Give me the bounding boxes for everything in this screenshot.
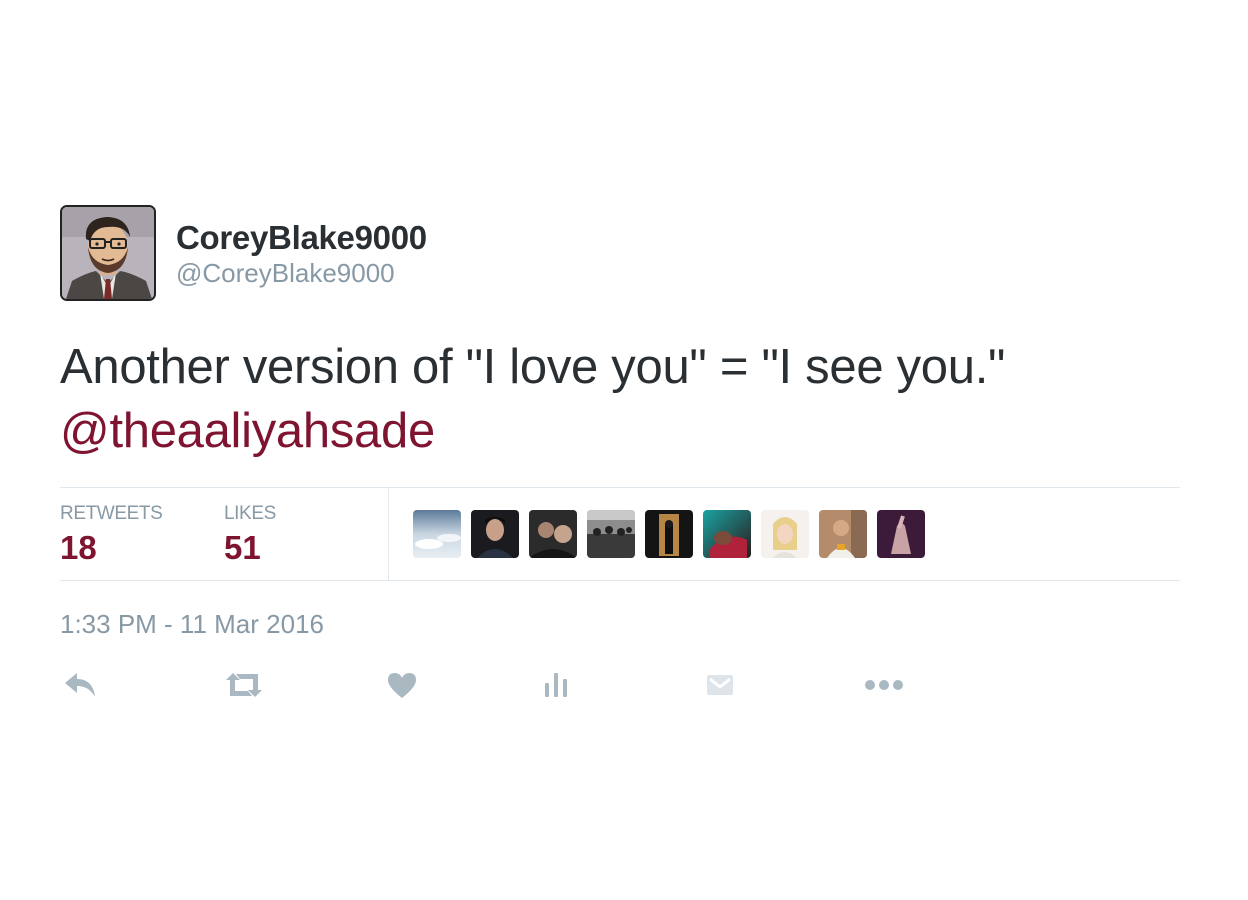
retweets-label: RETWEETS <box>60 503 163 524</box>
liker-avatar[interactable] <box>645 510 693 558</box>
mention-link[interactable]: @theaaliyahsade <box>60 399 1180 463</box>
analytics-icon[interactable] <box>536 665 576 705</box>
dm-icon[interactable] <box>700 665 740 705</box>
liker-avatar[interactable] <box>413 510 461 558</box>
retweets-count: 18 <box>60 529 97 566</box>
liker-avatar[interactable] <box>877 510 925 558</box>
user-handle[interactable]: @CoreyBlake9000 <box>176 257 427 289</box>
tweet-text: Another version of "I love you" = "I see… <box>60 335 1180 463</box>
tweet-header: CoreyBlake9000 @CoreyBlake9000 <box>60 205 1180 301</box>
more-icon[interactable] <box>864 665 904 705</box>
liker-avatar[interactable] <box>819 510 867 558</box>
heart-icon[interactable] <box>382 665 422 705</box>
liker-avatar[interactable] <box>471 510 519 558</box>
tweet-stats: RETWEETS 18 LIKES 51 <box>60 487 1180 581</box>
retweet-icon[interactable] <box>224 665 264 705</box>
display-name[interactable]: CoreyBlake9000 <box>176 219 427 257</box>
likes-stat[interactable]: LIKES 51 <box>224 488 388 580</box>
liker-avatar[interactable] <box>529 510 577 558</box>
likes-label: LIKES <box>224 503 276 524</box>
reply-icon[interactable] <box>60 665 100 705</box>
tweet-timestamp[interactable]: 1:33 PM - 11 Mar 2016 <box>60 609 1180 639</box>
tweet-body: Another version of "I love you" = "I see… <box>60 340 1006 394</box>
liker-avatar[interactable] <box>761 510 809 558</box>
tweet: CoreyBlake9000 @CoreyBlake9000 Another v… <box>60 205 1180 698</box>
retweets-stat[interactable]: RETWEETS 18 <box>60 488 224 580</box>
avatar[interactable] <box>60 205 156 301</box>
likers-avatars <box>389 488 925 580</box>
likes-count: 51 <box>224 529 261 566</box>
user-names: CoreyBlake9000 @CoreyBlake9000 <box>176 205 427 289</box>
liker-avatar[interactable] <box>587 510 635 558</box>
tweet-actions <box>60 665 960 705</box>
liker-avatar[interactable] <box>703 510 751 558</box>
